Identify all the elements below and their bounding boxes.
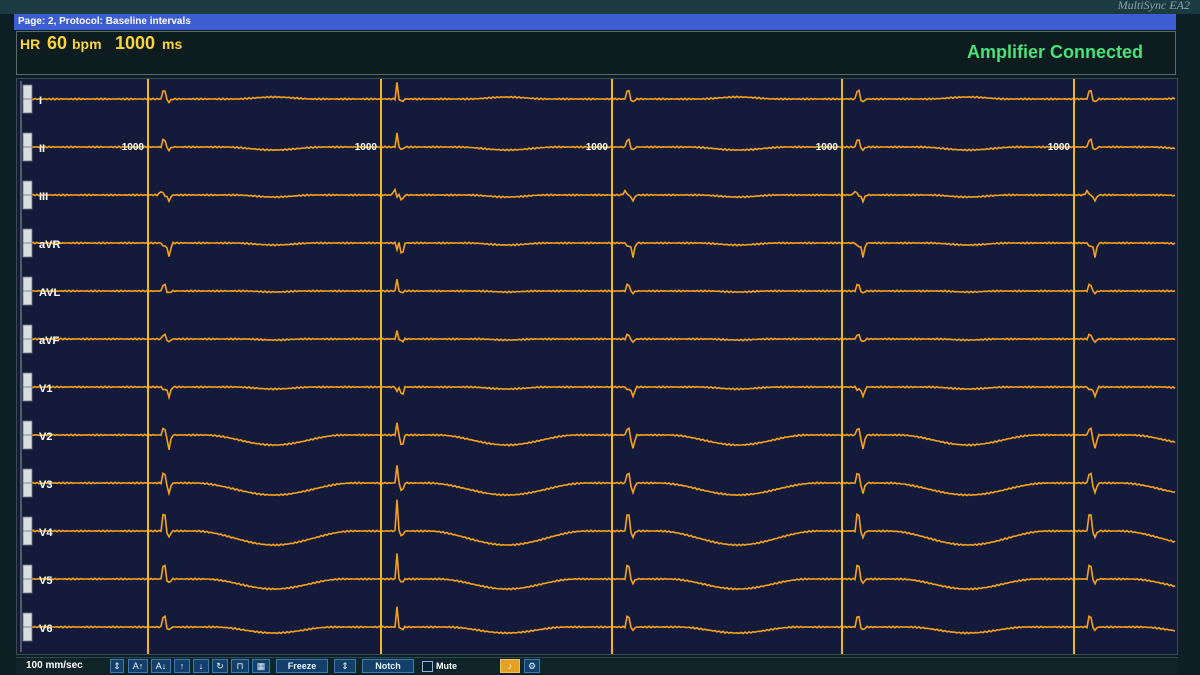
rr-interval-label: 1000 <box>1048 142 1071 153</box>
notch-button[interactable]: Notch <box>362 659 414 673</box>
gain-down-button[interactable]: A↓ <box>151 659 171 673</box>
grid-icon: ▦ <box>256 661 266 671</box>
hr-value: 60 <box>47 33 68 53</box>
lead-label: I <box>39 95 42 107</box>
ecg-trace-I <box>22 82 1176 104</box>
settings-button[interactable]: ⚙ <box>524 659 540 673</box>
move-up-button[interactable]: ↑ <box>174 659 190 673</box>
toolbar: 100 mm/sec ⇕ A↑ A↓ ↑ ↓ ↻ ⊓ ▦ Freeze ⇕ No… <box>16 657 1178 674</box>
baseline-icon: ⇕ <box>341 661 349 671</box>
grid-button[interactable]: ▦ <box>252 659 270 673</box>
lead-label: V1 <box>39 383 52 395</box>
hr-label: HR <box>20 36 41 52</box>
baseline-button[interactable]: ⇕ <box>334 659 356 673</box>
refresh-icon: ↻ <box>216 661 224 671</box>
stepper-icon: ⇕ <box>113 661 121 671</box>
cycle-length-value: 1000 <box>115 33 156 53</box>
lead-label: V3 <box>39 479 52 491</box>
cycle-length-unit: ms <box>162 36 183 52</box>
refresh-button[interactable]: ↻ <box>212 659 228 673</box>
gain-up-button[interactable]: A↑ <box>128 659 148 673</box>
lead-label: V6 <box>39 623 52 635</box>
mute-label: Mute <box>436 661 457 671</box>
hr-unit: bpm <box>72 36 102 52</box>
header-panel: HR 60 bpm 1000 ms Amplifier Connected <box>16 31 1176 75</box>
ecg-trace-aVR <box>22 240 1176 258</box>
lead-label: aVR <box>39 239 60 251</box>
ecg-trace-V2 <box>22 422 1176 450</box>
rr-interval-label: 1000 <box>586 142 609 153</box>
arrow-down-icon: ↓ <box>198 661 204 671</box>
ecg-trace-V1 <box>22 385 1176 401</box>
lead-label: II <box>39 143 45 155</box>
sound-button[interactable]: ♪ <box>500 659 520 673</box>
ecg-traces: IIIIIIaVRAVLaVFV1V2V3V4V5V61000 1000 1000 1… <box>20 79 1176 654</box>
ecg-trace-aVF <box>22 330 1176 344</box>
mute-checkbox[interactable] <box>422 661 433 672</box>
rr-interval-label: 1000 <box>122 142 145 153</box>
lead-label: aVF <box>39 335 59 347</box>
lead-label: V4 <box>39 527 53 539</box>
arrow-up-icon: ↑ <box>179 661 185 671</box>
ecg-trace-V6 <box>22 606 1176 635</box>
speed-stepper[interactable]: ⇕ <box>110 659 124 673</box>
ecg-trace-V4 <box>22 499 1176 547</box>
monitor-brand: MultiSync EA2 <box>1117 0 1190 12</box>
lead-label: V5 <box>39 575 52 587</box>
amplifier-status: Amplifier Connected <box>966 42 1143 62</box>
calibration-button[interactable]: ⊓ <box>231 659 249 673</box>
lead-label: III <box>39 191 48 203</box>
rr-interval-label: 1000 <box>355 142 378 153</box>
sweep-speed: 100 mm/sec <box>26 660 83 671</box>
gear-icon: ⚙ <box>527 661 537 671</box>
move-down-button[interactable]: ↓ <box>193 659 209 673</box>
ecg-display: I II III aVR AVL aVF V1 V2 V3 V4 V5 V6 1000 1000 1000 1… <box>16 78 1178 655</box>
ecg-trace-V5 <box>22 553 1176 591</box>
pulse-icon: ⊓ <box>236 661 244 671</box>
lead-label: V2 <box>39 431 52 443</box>
rr-interval-label: 1000 <box>816 142 839 153</box>
speaker-icon: ♪ <box>507 661 513 671</box>
ecg-trace-AVL <box>22 279 1176 296</box>
ecg-trace-V3 <box>22 465 1176 497</box>
freeze-button[interactable]: Freeze <box>276 659 328 673</box>
monitor-bezel: MultiSync EA2 <box>0 0 1200 14</box>
ecg-trace-III <box>22 187 1176 204</box>
lead-label: AVL <box>39 287 60 299</box>
title-bar: Page: 2, Protocol: Baseline intervals <box>14 14 1176 30</box>
